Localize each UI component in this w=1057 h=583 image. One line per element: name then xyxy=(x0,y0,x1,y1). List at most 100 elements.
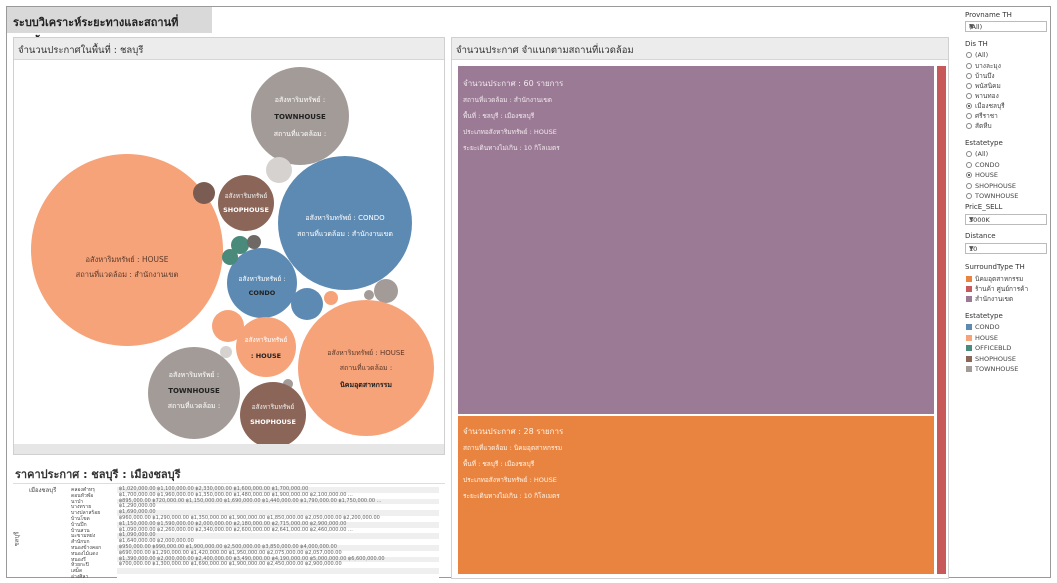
legend-label: HOUSE xyxy=(975,333,998,342)
district-option[interactable]: พานทอง xyxy=(966,91,999,101)
bubble-label: สถานที่แวดล้อม : xyxy=(168,401,221,410)
legend-swatch xyxy=(966,324,972,330)
legend-item[interactable]: สำนักงานเขต xyxy=(966,294,1013,304)
legend-swatch xyxy=(966,366,972,372)
legend-label: ร้านค้า ศูนย์การค้า xyxy=(975,285,1029,293)
radio-button-icon[interactable] xyxy=(966,73,972,79)
bubble-shophouse-mid[interactable] xyxy=(218,175,274,231)
treemap-top-area: พื้นที่ : ชลบุรี : เมืองชลบุรี xyxy=(463,111,535,120)
district-option[interactable]: สัตหีบ xyxy=(966,121,992,131)
bubble-label: อสังหาริมทรัพย์ : CONDO xyxy=(305,214,385,222)
bubble-small[interactable] xyxy=(374,279,398,303)
estatetype-option-label: HOUSE xyxy=(975,171,998,179)
legend-swatch xyxy=(966,286,972,292)
radio-button-icon[interactable] xyxy=(966,103,972,109)
legend-item[interactable]: ร้านค้า ศูนย์การค้า xyxy=(966,284,1028,294)
legend-label: CONDO xyxy=(975,323,1000,331)
bubble-label: สถานที่แวดล้อม : สำนักงานเขต xyxy=(297,229,393,238)
radio-button-icon[interactable] xyxy=(966,161,972,168)
bubble-small[interactable] xyxy=(220,346,232,358)
radio-button-icon[interactable] xyxy=(966,193,972,199)
legend-item[interactable]: TOWNHOUSE xyxy=(966,365,1018,373)
bubble-condo-office[interactable] xyxy=(278,156,412,290)
legend-item[interactable]: OFFICEBLD xyxy=(966,344,1011,352)
estatetype-option[interactable]: HOUSE xyxy=(966,171,998,179)
treemap-panel-header: จำนวนประกาศ จำแนกตามสถานที่แวดล้อม xyxy=(452,38,948,60)
price-filter-title: PricE_SELL xyxy=(965,203,1003,211)
legend-item[interactable]: CONDO xyxy=(966,323,1000,331)
bubble-label: สถานที่แวดล้อม : สำนักงานเขต xyxy=(76,269,179,279)
bubble-label: อสังหาริมทรัพย์ xyxy=(225,192,268,200)
bubble-small[interactable] xyxy=(324,291,338,305)
table-row-values: ฿700,000.00 ฿1,300,000.00 ฿1,690,000.00 … xyxy=(119,561,342,568)
district-option[interactable]: เมืองชลบุรี xyxy=(966,101,1005,111)
treemap-top-type: ประเภทอสังหาริมทรัพย์ : HOUSE xyxy=(463,128,557,136)
table-row-band xyxy=(117,574,439,579)
treemap-bottom-distance: ระยะเดินทางไม่เกิน : 10 กิโลเมตร xyxy=(463,492,560,500)
bubble-house-office[interactable] xyxy=(31,154,223,346)
dashboard-title-bar: ระบบวิเคราะห์ระยะทางและสถานที่แวดล้อม xyxy=(7,7,212,47)
bubble-small[interactable] xyxy=(193,182,215,204)
bubble-small[interactable] xyxy=(222,249,238,265)
radio-button-icon[interactable] xyxy=(966,172,972,178)
district-filter-title: Dis TH xyxy=(965,40,988,48)
price-panel-title: ราคาประกาศ : ชลบุรี : เมืองชลบุรี xyxy=(15,468,181,481)
treemap-bottom-area: พื้นที่ : ชลบุรี : เมืองชลบุรี xyxy=(463,459,535,468)
district-option-label: ศรีราชา xyxy=(975,112,998,120)
bubble-shophouse-bottom[interactable] xyxy=(240,382,306,448)
table-row[interactable]: อ่างศิลา xyxy=(13,574,445,579)
bubble-house-small[interactable] xyxy=(236,317,296,377)
bubble-label: นิคมอุตสาหกรรม xyxy=(339,381,392,389)
province-dropdown[interactable]: (All) ▼ xyxy=(965,21,1047,32)
chevron-down-icon: ▼ xyxy=(969,245,974,252)
treemap-block-retail[interactable] xyxy=(937,66,946,574)
estatetype-option[interactable]: TOWNHOUSE xyxy=(966,192,1018,200)
radio-button-icon[interactable] xyxy=(966,52,972,58)
treemap-bottom-type: ประเภทอสังหาริมทรัพย์ : HOUSE xyxy=(463,476,557,484)
bubble-panel: จำนวนประกาศในพื้นที่ : ชลบุรี อสังหาริมท… xyxy=(13,37,445,455)
radio-button-icon[interactable] xyxy=(966,93,972,99)
treemap-bottom-count: จำนวนประกาศ : 28 รายการ xyxy=(463,427,564,436)
radio-button-icon[interactable] xyxy=(966,151,972,157)
price-table: เมืองชลบุรี ชลบุรี คลองตำหรุ ฿1,020,000.0… xyxy=(13,483,445,579)
radio-button-icon[interactable] xyxy=(966,63,972,69)
district-option[interactable]: ศรีราชา xyxy=(966,111,998,121)
bubble-small[interactable] xyxy=(364,290,374,300)
distance-filter-title: Distance xyxy=(965,232,996,240)
legend-swatch xyxy=(966,355,972,362)
bubble-small[interactable] xyxy=(291,288,323,320)
legend-item[interactable]: นิคมอุตสาหกรรม xyxy=(966,274,1023,284)
dashboard: ระบบวิเคราะห์ระยะทางและสถานที่แวดล้อม จำ… xyxy=(6,6,1052,579)
district-option[interactable]: บ้านบึง xyxy=(966,71,995,81)
legend-item[interactable]: HOUSE xyxy=(966,334,998,342)
price-panel: ราคาประกาศ : ชลบุรี : เมืองชลบุรี เมืองช… xyxy=(13,459,445,579)
estatetype-option[interactable]: (All) xyxy=(966,150,988,158)
bubble-small[interactable] xyxy=(266,157,292,183)
bubble-label: อสังหาริมทรัพย์ : HOUSE xyxy=(327,349,404,357)
legend-swatch xyxy=(966,345,972,351)
legend-swatch xyxy=(966,276,972,282)
district-option-label: เมืองชลบุรี xyxy=(975,102,1005,110)
radio-button-icon[interactable] xyxy=(966,83,972,89)
table-row-values: ฿895,000.00 ฿720,000.00 ฿1,150,000.00 ฿1… xyxy=(119,497,382,504)
bubble-label: อสังหาริมทรัพย์ : xyxy=(239,275,286,283)
district-option-label: บ้านบึง xyxy=(975,72,995,80)
bubble-label: อสังหาริมทรัพย์ xyxy=(245,336,288,344)
district-option-label: (All) xyxy=(975,51,989,59)
distance-dropdown[interactable]: 10 ▼ xyxy=(965,243,1047,254)
estatetype-option[interactable]: CONDO xyxy=(966,161,1000,169)
radio-button-icon[interactable] xyxy=(966,123,972,129)
bubble-footer-strip xyxy=(14,444,444,454)
district-option[interactable]: พนัสนิคม xyxy=(966,81,1001,91)
estatetype-option[interactable]: SHOPHOUSE xyxy=(966,182,1016,190)
district-option[interactable]: บางละมุง xyxy=(966,61,1001,71)
radio-button-icon[interactable] xyxy=(966,182,972,189)
legend-item[interactable]: SHOPHOUSE xyxy=(966,355,1016,363)
estatetype-option-label: TOWNHOUSE xyxy=(975,192,1019,200)
bubble-small[interactable] xyxy=(247,235,261,249)
bubble-label: อสังหาริมทรัพย์ : HOUSE xyxy=(85,255,168,264)
price-dropdown[interactable]: 3000K ▼ xyxy=(965,214,1047,225)
filter-sidebar: Provname TH (All) ▼ Dis TH (All) บางละมุง… xyxy=(957,7,1052,577)
district-option[interactable]: (All) xyxy=(966,51,988,59)
radio-button-icon[interactable] xyxy=(966,113,972,119)
